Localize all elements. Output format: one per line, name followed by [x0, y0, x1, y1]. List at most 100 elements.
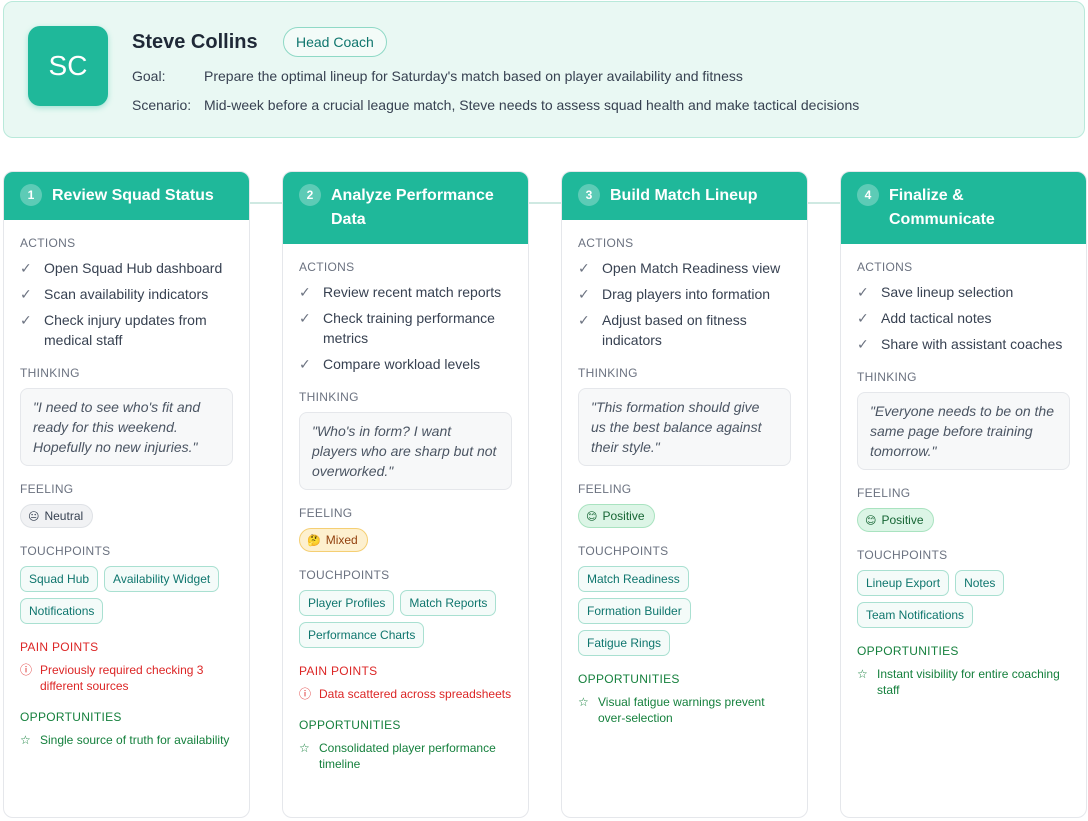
actions-list: ✓ Open Squad Hub dashboard ✓ Scan availabil… [20, 258, 233, 350]
stage-connector [527, 202, 561, 204]
action-item: ✓ Open Match Readiness view [578, 258, 791, 278]
persona-name: Steve Collins [132, 31, 258, 53]
check-icon: ✓ [578, 312, 590, 328]
stage-title: Analyze Performance Data [331, 187, 494, 228]
touchpoint-tag: Squad Hub [20, 566, 99, 592]
goal-row: Goal: Prepare the optimal lineup for Satu… [132, 68, 743, 84]
alert-circle-icon: ⓘ [20, 663, 33, 677]
action-item: ✓ Review recent match reports [299, 282, 512, 302]
action-text: Scan availability indicators [44, 286, 209, 302]
actions-heading: ACTIONS [578, 236, 634, 250]
feeling-heading: FEELING [299, 506, 353, 520]
touchpoint-tag: Lineup Export [857, 570, 950, 596]
check-icon: ✓ [20, 312, 32, 328]
check-icon: ✓ [857, 310, 869, 326]
opportunities-heading: OPPORTUNITIES [299, 718, 401, 732]
scenario-row: Scenario: Mid-week before a crucial leagu… [132, 97, 859, 113]
thinking-quote: "This formation should give us the best … [578, 388, 791, 466]
touchpoint-tag: Match Reports [400, 590, 497, 616]
touchpoint-tag: Fatigue Rings [578, 630, 671, 656]
thinking-quote: "Everyone needs to be on the same page b… [857, 392, 1070, 470]
thinking-quote: "I need to see who's fit and ready for t… [20, 388, 233, 466]
touchpoints-list: Match Readiness Formation Builder Fatigue … [578, 566, 791, 662]
touchpoint-tag: Formation Builder [578, 598, 691, 624]
feeling-wrap: 🤔 Mixed [299, 528, 512, 552]
check-icon: ✓ [20, 260, 32, 276]
thinking-heading: THINKING [578, 366, 638, 380]
action-item: ✓ Check injury updates from medical staff [20, 310, 233, 350]
feeling-badge: 🤔 Mixed [299, 528, 368, 552]
stage-connector [806, 202, 840, 204]
action-text: Open Match Readiness view [602, 260, 781, 276]
star-icon: ☆ [857, 667, 868, 681]
check-icon: ✓ [857, 284, 869, 300]
feeling-label: Mixed [325, 533, 358, 547]
star-icon: ☆ [578, 695, 589, 709]
check-icon: ✓ [857, 336, 869, 352]
check-icon: ✓ [578, 286, 590, 302]
opportunity: ☆ Instant visibility for entire coaching … [857, 666, 1070, 698]
touchpoints-list: Squad Hub Availability Widget Notification… [20, 566, 233, 630]
persona-header: SC Steve Collins Head Coach Goal: Prepare… [3, 1, 1085, 138]
feeling-heading: FEELING [20, 482, 74, 496]
feeling-heading: FEELING [578, 482, 632, 496]
opportunities-heading: OPPORTUNITIES [20, 710, 122, 724]
opportunity: ☆ Consolidated player performance timelin… [299, 740, 512, 772]
stage-card: 3 Build Match Lineup ACTIONS ✓ Open Match Re… [561, 171, 808, 818]
feeling-badge: 😐 Neutral [20, 504, 94, 528]
actions-list: ✓ Open Match Readiness view ✓ Drag players … [578, 258, 791, 350]
stage-number: 3 [578, 184, 600, 206]
opportunity-text: Single source of truth for availability [40, 733, 230, 747]
stage-card: 1 Review Squad Status ACTIONS ✓ Open Squad H… [3, 171, 250, 818]
action-text: Adjust based on fitness indicators [602, 312, 747, 348]
actions-heading: ACTIONS [857, 260, 913, 274]
touchpoint-tag: Match Readiness [578, 566, 689, 592]
role-badge: Head Coach [283, 27, 387, 57]
stage-body: ACTIONS ✓ Open Squad Hub dashboard ✓ Scan av… [4, 236, 249, 748]
actions-heading: ACTIONS [299, 260, 355, 274]
stage-header: 1 Review Squad Status [4, 172, 249, 220]
action-item: ✓ Drag players into formation [578, 284, 791, 304]
touchpoints-list: Player Profiles Match Reports Performance … [299, 590, 512, 654]
stage-number: 2 [299, 184, 321, 206]
pain-points-heading: PAIN POINTS [299, 664, 378, 678]
stage-body: ACTIONS ✓ Save lineup selection ✓ Add tactic… [841, 260, 1086, 698]
actions-heading: ACTIONS [20, 236, 76, 250]
feeling-heading: FEELING [857, 486, 911, 500]
stage-number: 1 [20, 184, 42, 206]
action-item: ✓ Share with assistant coaches [857, 334, 1070, 354]
action-text: Check injury updates from medical staff [44, 312, 207, 348]
scenario-label: Scenario: [132, 97, 192, 113]
action-text: Add tactical notes [881, 310, 992, 326]
touchpoints-heading: TOUCHPOINTS [20, 544, 111, 558]
action-item: ✓ Add tactical notes [857, 308, 1070, 328]
action-item: ✓ Scan availability indicators [20, 284, 233, 304]
check-icon: ✓ [299, 284, 311, 300]
feeling-label: Neutral [44, 509, 84, 523]
touchpoint-tag: Availability Widget [104, 566, 220, 592]
feeling-badge: 😊 Positive [857, 508, 934, 532]
goal-text: Prepare the optimal lineup for Saturday'… [204, 68, 743, 84]
star-icon: ☆ [299, 741, 310, 755]
action-text: Drag players into formation [602, 286, 771, 302]
check-icon: ✓ [299, 356, 311, 372]
opportunity: ☆ Single source of truth for availability [20, 732, 233, 748]
pain-point-text: Previously required checking 3 different… [40, 663, 204, 693]
opportunity-text: Instant visibility for entire coaching s… [877, 667, 1060, 697]
touchpoint-tag: Player Profiles [299, 590, 395, 616]
pain-point: ⓘ Data scattered across spreadsheets [299, 686, 512, 702]
touchpoints-heading: TOUCHPOINTS [857, 548, 948, 562]
stage-number: 4 [857, 184, 879, 206]
alert-circle-icon: ⓘ [299, 687, 312, 701]
action-text: Open Squad Hub dashboard [44, 260, 223, 276]
action-text: Compare workload levels [323, 356, 481, 372]
thinking-heading: THINKING [299, 390, 359, 404]
feeling-label: Positive [881, 513, 924, 527]
opportunities-heading: OPPORTUNITIES [857, 644, 959, 658]
check-icon: ✓ [20, 286, 32, 302]
goal-label: Goal: [132, 68, 166, 84]
smiling-face-icon: 😊 [865, 514, 877, 527]
action-text: Review recent match reports [323, 284, 502, 300]
touchpoint-tag: Team Notifications [857, 602, 974, 628]
action-item: ✓ Save lineup selection [857, 282, 1070, 302]
